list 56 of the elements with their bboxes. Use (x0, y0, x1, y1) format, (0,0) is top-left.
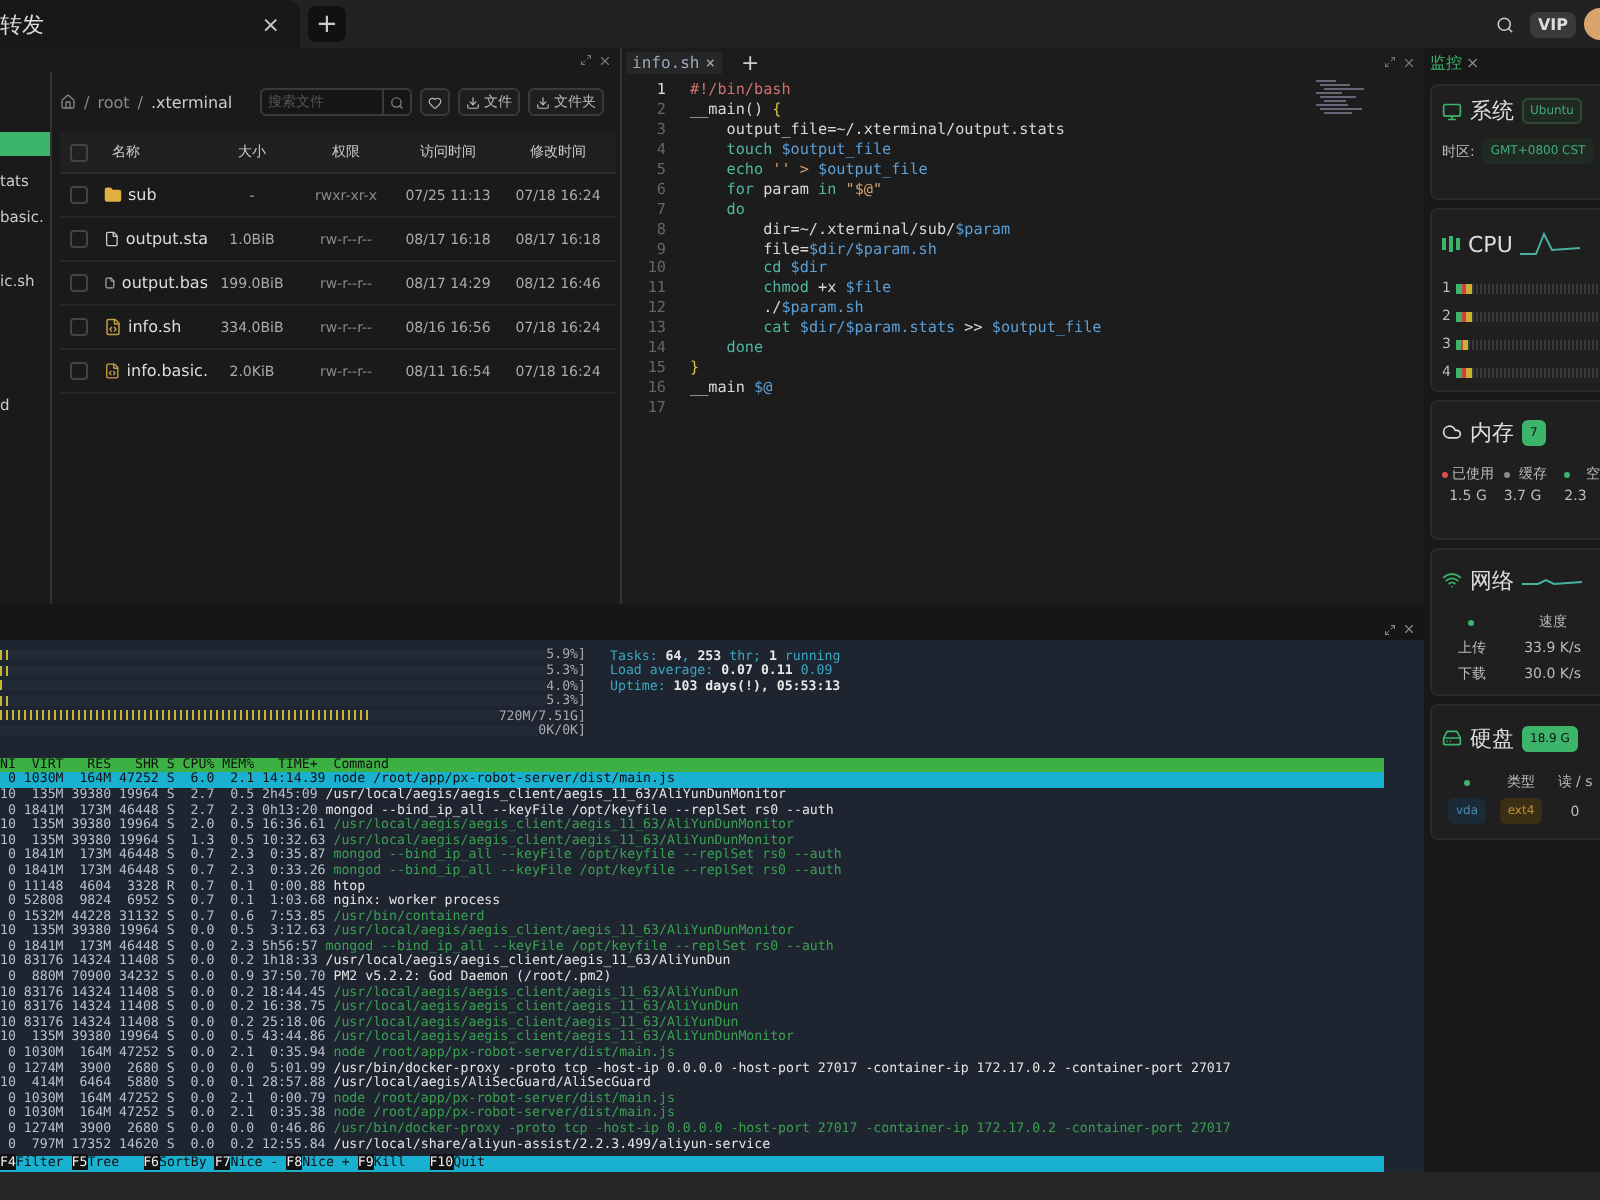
row-checkbox[interactable] (69, 186, 87, 204)
home-icon (60, 94, 76, 110)
card-title: 系统 (1470, 96, 1514, 126)
row-checkbox[interactable] (69, 362, 87, 380)
folder-icon (104, 186, 122, 204)
heart-icon (428, 95, 443, 109)
wifi-icon (1442, 570, 1462, 590)
vip-badge: VIP (1529, 11, 1576, 37)
cpu-sparkline (1520, 232, 1581, 256)
minimap-drawing (1316, 80, 1364, 116)
status-dot (1464, 779, 1470, 785)
core-usage-bar (1456, 339, 1600, 349)
core-usage-bar (1456, 367, 1600, 377)
file-icon (104, 274, 116, 292)
cloud-icon (1442, 422, 1462, 442)
row-checkbox[interactable] (69, 230, 87, 248)
status-dot (1468, 619, 1475, 625)
row-checkbox[interactable] (69, 274, 87, 292)
close-icon (1402, 55, 1416, 69)
close-icon (598, 53, 612, 67)
script-file-icon (104, 318, 122, 336)
breadcrumb-link[interactable]: .xterminal (150, 93, 233, 111)
row-checkbox[interactable] (69, 318, 87, 336)
download-icon (536, 95, 551, 109)
session-tab[interactable]: 转发 × (0, 0, 300, 48)
file-icon (104, 230, 120, 248)
select-all-checkbox[interactable] (69, 143, 87, 161)
card-title: 网络 (1470, 565, 1514, 595)
breadcrumb-separator: / (137, 93, 143, 111)
new-tab-button[interactable]: + (733, 50, 768, 74)
selected-item-highlight (0, 132, 50, 156)
new-tab-button[interactable]: + (308, 6, 346, 42)
card-title: CPU (1468, 231, 1513, 257)
close-icon (1402, 622, 1416, 637)
core-usage-bar (1456, 311, 1600, 321)
core-usage-bar (1456, 283, 1600, 293)
file-name[interactable]: sub (128, 186, 157, 204)
file-name[interactable]: output.sta (125, 230, 208, 248)
search-icon (390, 95, 405, 109)
file-name[interactable]: output.bas (121, 274, 208, 292)
breadcrumb-separator: / (84, 93, 90, 111)
editor-tab[interactable]: info.sh × (626, 51, 722, 73)
file-name[interactable]: info.basic. (126, 362, 208, 380)
monitor-tab[interactable]: 监控 × (1430, 48, 1600, 76)
download-icon (466, 95, 481, 109)
card-title: 内存 (1470, 417, 1514, 447)
breadcrumb-link[interactable]: root (97, 93, 130, 111)
script-file-icon (104, 362, 121, 380)
monitor-icon (1442, 101, 1462, 121)
search-icon (1495, 15, 1514, 33)
card-title: 硬盘 (1470, 723, 1514, 753)
favorite-button[interactable] (420, 88, 451, 116)
cpu-bars-icon (1442, 236, 1460, 252)
close-tab-button[interactable]: × (253, 6, 288, 42)
file-name[interactable]: info.sh (128, 318, 182, 336)
close-tab-icon[interactable]: × (705, 53, 716, 71)
